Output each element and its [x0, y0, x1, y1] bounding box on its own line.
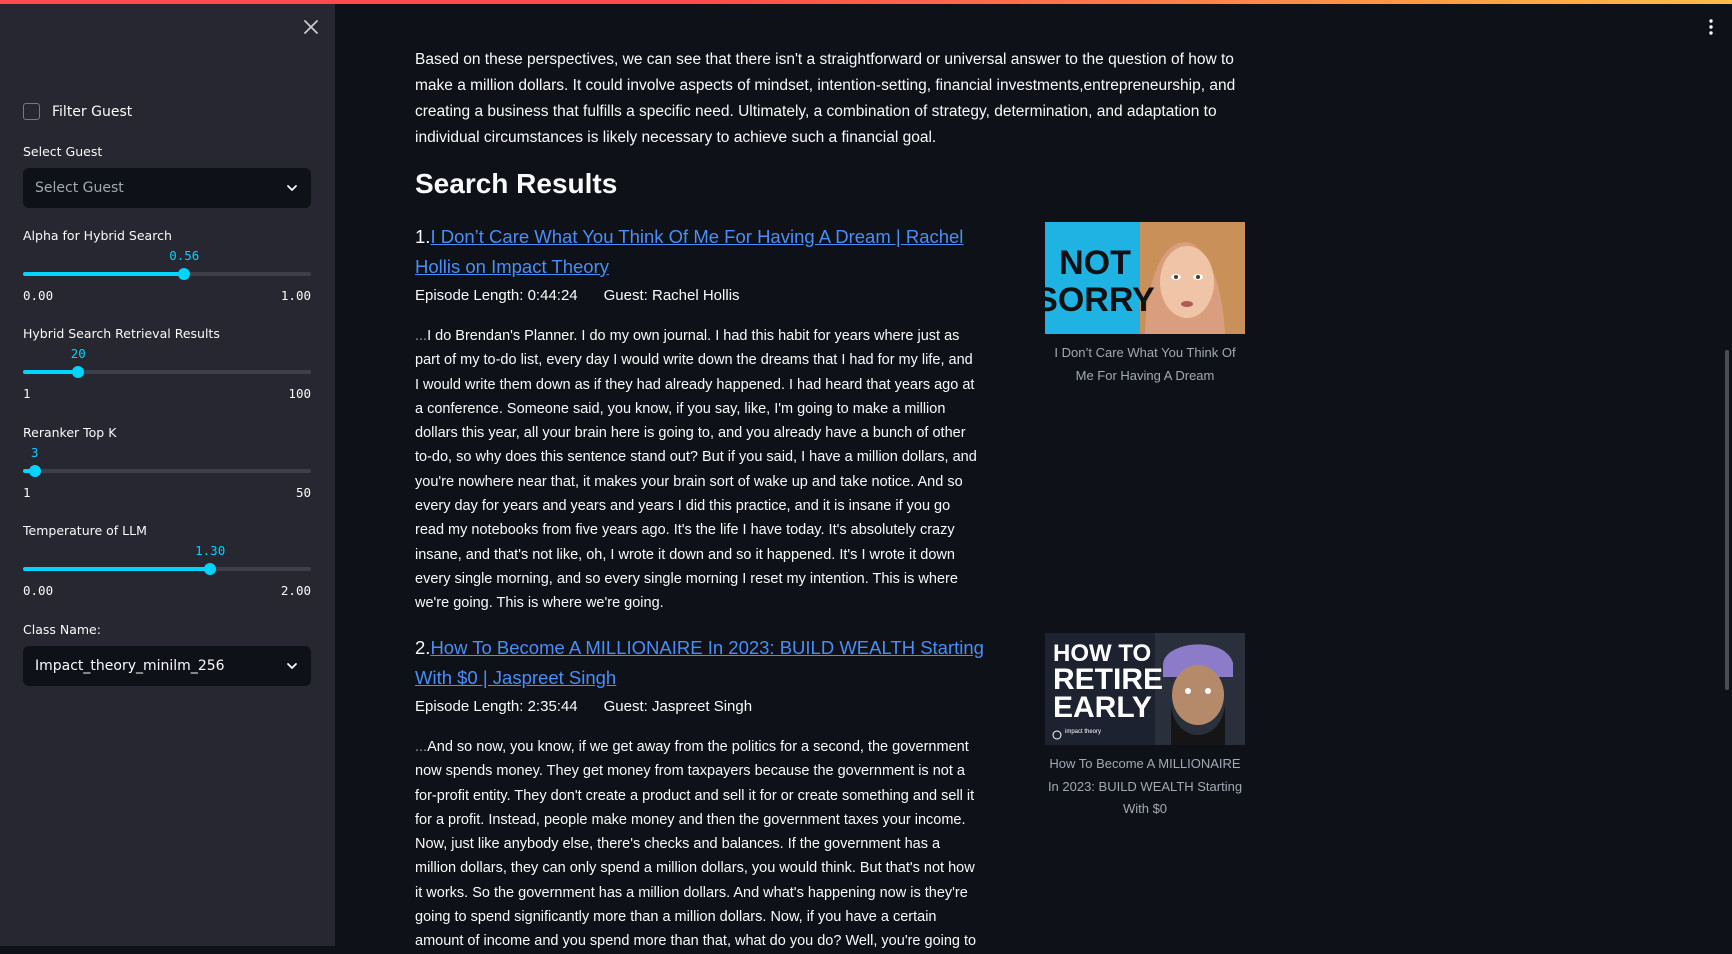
thumbnail-text-line: EARLY	[1053, 691, 1152, 724]
slider-min: 0.00	[23, 288, 54, 303]
result-number: 2.	[415, 637, 431, 658]
main-menu-button[interactable]	[1704, 16, 1718, 38]
excerpt-ellipsis: ...	[415, 328, 428, 344]
slider-fill	[23, 567, 211, 571]
thumbnail-text-line: SORRY	[1045, 281, 1155, 319]
select-guest-dropdown[interactable]: Select Guest	[23, 168, 311, 208]
episode-thumbnail[interactable]: NOT SORRY	[1045, 222, 1245, 334]
slider-fill	[23, 370, 79, 374]
slider-min: 1	[23, 386, 31, 401]
status-decoration-bar	[0, 0, 1732, 4]
guest-name: Guest: Rachel Hollis	[603, 287, 740, 304]
slider-track	[23, 469, 311, 473]
episode-length: Episode Length: 0:44:24	[415, 287, 578, 304]
slider-thumb[interactable]	[204, 563, 217, 575]
result-meta: Episode Length: 2:35:44 Guest: Jaspreet S…	[415, 698, 752, 715]
slider-thumb[interactable]	[178, 268, 191, 280]
temperature-label: Temperature of LLM	[23, 523, 147, 538]
slider-max: 1.00	[280, 288, 311, 303]
reranker-slider[interactable]: 3 1 50	[23, 440, 311, 500]
slider-current-value: 1.30	[195, 543, 226, 558]
kebab-menu-icon	[1709, 19, 1713, 35]
guest-name: Guest: Jaspreet Singh	[603, 698, 753, 715]
chevron-down-icon	[287, 663, 297, 669]
thumbnail-caption: How To Become A MILLIONAIRE In 2023: BUI…	[1047, 756, 1243, 816]
temperature-slider[interactable]: 1.30 0.00 2.00	[23, 538, 311, 598]
slider-max: 2.00	[280, 583, 311, 598]
thumbnail-text-line: NOT	[1059, 244, 1131, 282]
slider-max: 50	[295, 485, 311, 500]
thumbnail-image: HOW TO RETIRE EARLY impact theory	[1045, 633, 1245, 745]
slider-thumb[interactable]	[28, 465, 41, 477]
result-excerpt: ...I do Brendan's Planner. I do my own j…	[415, 324, 980, 616]
thumbnail-caption: I Don’t Care What You Think Of Me For Ha…	[1054, 345, 1236, 383]
excerpt-text: And so now, you know, if we get away fro…	[415, 739, 977, 950]
class-name-dropdown[interactable]: Impact_theory_minilm_256	[23, 646, 311, 686]
close-icon	[304, 20, 318, 34]
episode-length: Episode Length: 2:35:44	[415, 698, 578, 715]
checkbox-box[interactable]	[23, 103, 40, 120]
alpha-label: Alpha for Hybrid Search	[23, 228, 172, 243]
search-results-heading: Search Results	[415, 168, 618, 199]
main-scrollbar[interactable]	[1725, 350, 1729, 690]
select-guest-label: Select Guest	[23, 144, 103, 159]
answer-summary: Based on these perspectives, we can see …	[415, 51, 1236, 146]
episode-thumbnail[interactable]: HOW TO RETIRE EARLY impact theory	[1045, 633, 1245, 745]
excerpt-ellipsis: ...	[415, 739, 428, 755]
filter-guest-label: Filter Guest	[52, 103, 133, 120]
thumbnail-image: NOT SORRY	[1045, 222, 1245, 334]
result-meta: Episode Length: 0:44:24 Guest: Rachel Hol…	[415, 287, 740, 304]
alpha-slider[interactable]: 0.56 0.00 1.00	[23, 243, 311, 303]
slider-current-value: 20	[70, 346, 86, 361]
select-guest-value: Select Guest	[35, 180, 124, 196]
slider-min: 0.00	[23, 583, 54, 598]
sidebar: Filter Guest Select Guest Select Guest A…	[0, 0, 335, 946]
chevron-down-icon	[287, 185, 297, 191]
close-sidebar-button[interactable]	[300, 16, 322, 38]
slider-max: 100	[288, 386, 311, 401]
excerpt-text: I do Brendan's Planner. I do my own jour…	[415, 328, 977, 612]
result-number: 1.	[415, 226, 431, 247]
class-name-value: Impact_theory_minilm_256	[35, 658, 225, 674]
slider-thumb[interactable]	[72, 366, 85, 378]
class-name-label: Class Name:	[23, 622, 101, 637]
slider-current-value: 3	[30, 445, 39, 460]
result-excerpt: ...And so now, you know, if we get away …	[415, 735, 980, 954]
retrieval-slider[interactable]: 20 1 100	[23, 341, 311, 401]
slider-current-value: 0.56	[169, 248, 200, 263]
reranker-label: Reranker Top K	[23, 425, 117, 440]
retrieval-label: Hybrid Search Retrieval Results	[23, 326, 220, 341]
slider-fill	[23, 272, 185, 276]
filter-guest-checkbox[interactable]: Filter Guest	[23, 103, 132, 120]
result-link[interactable]: How To Become A MILLIONAIRE In 2023: BUI…	[415, 637, 984, 688]
result-link[interactable]: I Don’t Care What You Think Of Me For Ha…	[415, 226, 963, 277]
thumbnail-badge: impact theory	[1065, 729, 1101, 735]
result-title: 2.How To Become A MILLIONAIRE In 2023: B…	[415, 633, 985, 693]
result-title: 1.I Don’t Care What You Think Of Me For …	[415, 222, 985, 282]
main-content: Based on these perspectives, we can see …	[415, 0, 1265, 949]
slider-min: 1	[23, 485, 31, 500]
